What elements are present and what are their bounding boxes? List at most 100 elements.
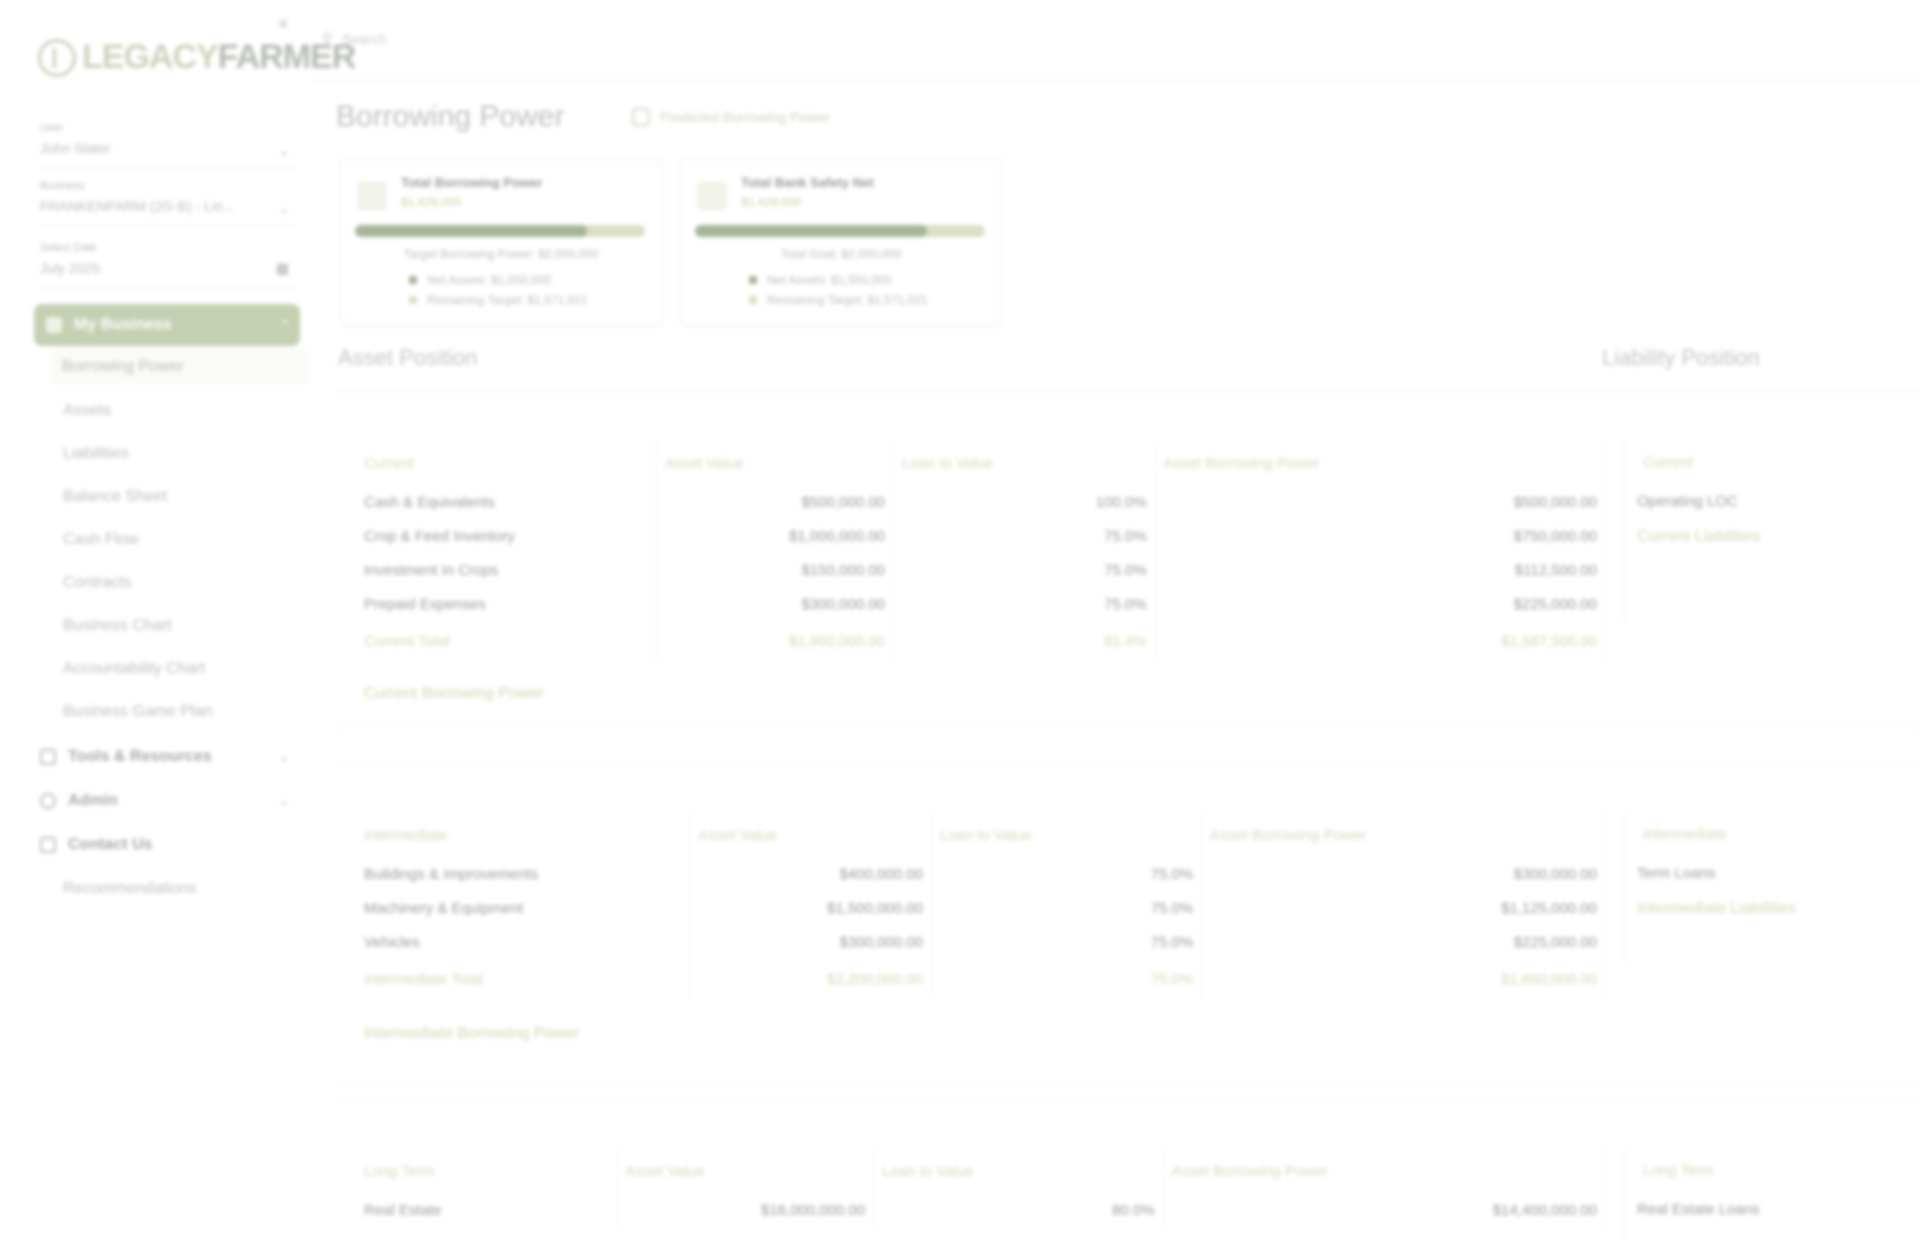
user-label: User (40, 122, 64, 134)
table-row[interactable]: Real Estate $18,000,000.00 80.0% $14,400… (356, 1193, 1607, 1227)
loan-to-value: 75.0% (931, 925, 1203, 959)
sidebar-item-contracts[interactable]: Contracts (63, 574, 131, 592)
liability-total: Intermediate Liabilities (1637, 900, 1797, 917)
column-header: Long Term (1643, 1162, 1714, 1179)
table-row[interactable]: Prepaid Expenses $300,000.00 75.0% $225,… (356, 587, 1607, 621)
date-picker[interactable]: Select Date July 2025 ▦ (40, 242, 295, 289)
nav-contact-label: Contact Us (68, 836, 153, 853)
loan-to-value: 75.0% (931, 857, 1203, 891)
asset-borrowing-power: $225,000.00 (1155, 587, 1607, 621)
column-header: Intermediate (356, 813, 691, 857)
page-title: Borrowing Power (336, 100, 565, 133)
asset-borrowing-power: $300,000.00 (1201, 857, 1606, 891)
legend-item: Remaining Target: $1,571,021 (409, 293, 588, 307)
sidebar-item-accountability-chart[interactable]: Accountability Chart (63, 660, 205, 678)
column-header: Asset Value (656, 441, 894, 485)
logo: LEGACYFARMER (38, 38, 356, 77)
brand-text: LEGACYFARMER (82, 38, 356, 77)
chevron-down-icon: ⌄ (278, 794, 289, 808)
loan-to-value: 75.0% (893, 553, 1156, 587)
legend-dot (749, 276, 757, 284)
total-borrowing-power: $1,650,000.00 (1201, 959, 1606, 999)
total-ltv: 75.0% (931, 959, 1203, 999)
intermediate-borrowing-power-label: Intermediate Borrowing Power (364, 1025, 580, 1042)
column-header: Long Term (356, 1149, 618, 1193)
liability-position-heading: Liability Position (1602, 345, 1760, 370)
legend-item: Remaining Target: $1,571,021 (749, 293, 928, 307)
user-value: John Slater (40, 140, 111, 156)
legend-label: Remaining Target: $1,571,021 (427, 293, 588, 307)
asset-value: $300,000.00 (656, 587, 894, 621)
header-divider (310, 80, 1920, 81)
close-sidebar-icon[interactable]: × (278, 14, 289, 35)
predicted-label: Predicted Borrowing Power (660, 109, 830, 125)
nav-admin[interactable]: Admin ⌄ (40, 792, 295, 810)
table-row[interactable]: Buildings & Improvements $400,000.00 75.… (356, 857, 1606, 891)
legend-dot (409, 296, 417, 304)
loan-to-value: 75.0% (893, 587, 1156, 621)
asset-borrowing-power: $1,125,000.00 (1201, 891, 1606, 925)
row-label: Vehicles (356, 925, 691, 959)
table-row[interactable]: Vehicles $300,000.00 75.0% $225,000.00 (356, 925, 1606, 959)
legend-label: Net Assets: $1,550,000 (767, 273, 892, 287)
row-label: Crop & Feed Inventory (356, 519, 657, 553)
row-label: Real Estate (356, 1193, 618, 1227)
sidebar-item-borrowing-power[interactable]: Borrowing Power (52, 350, 308, 384)
predicted-toggle[interactable]: Predicted Borrowing Power (632, 108, 830, 126)
liability-row[interactable]: Operating LOC (1625, 485, 1920, 519)
liability-row[interactable]: Real Estate Loans (1625, 1193, 1920, 1227)
loan-to-value: 75.0% (931, 891, 1203, 925)
liability-total: Current Liabilities (1637, 528, 1761, 545)
table-row[interactable]: Investment In Crops $150,000.00 75.0% $1… (356, 553, 1607, 587)
nav-contact-us[interactable]: Contact Us (40, 836, 295, 854)
search-placeholder: Search (342, 30, 387, 47)
total-label: Current Total (356, 621, 657, 661)
column-header: Loan to Value (873, 1149, 1164, 1193)
nav-my-business-label: My Business (74, 316, 172, 333)
total-asset-value: $1,950,000.00 (656, 621, 894, 661)
intermediate-liabilities-column: Intermediate Term Loans Intermediate Lia… (1624, 813, 1920, 963)
nav-tools-resources[interactable]: Tools & Resources ⌄ (40, 748, 295, 766)
longterm-asset-table: Long Term Asset Value Loan to Value Asse… (356, 1149, 1607, 1227)
row-label: Prepaid Expenses (356, 587, 657, 621)
checkbox-icon[interactable] (632, 108, 650, 126)
sidebar-item-cash-flow[interactable]: Cash Flow (63, 531, 139, 549)
chevron-down-icon: ⌄ (278, 750, 289, 764)
column-header: Current (356, 441, 657, 485)
asset-borrowing-power: $225,000.00 (1201, 925, 1606, 959)
intermediate-panel: Intermediate Asset Value Loan to Value A… (336, 762, 1920, 1084)
table-row[interactable]: Machinery & Equipment $1,500,000.00 75.0… (356, 891, 1606, 925)
card-value: $1,429,000 (401, 195, 462, 209)
column-header: Asset Value (689, 813, 932, 857)
column-header: Loan to Value (931, 813, 1203, 857)
asset-value: $500,000.00 (656, 485, 894, 519)
search-bar[interactable]: ⚲ Search (322, 30, 387, 47)
user-select[interactable]: User John Slater ⌄ (40, 122, 295, 169)
progress-bar (355, 225, 645, 237)
sidebar-item-business-chart[interactable]: Business Chart (63, 617, 172, 635)
nav-admin-label: Admin (68, 792, 118, 809)
borrowing-power-card: Total Borrowing Power $1,429,000 Target … (340, 158, 662, 325)
legend-item: Net Assets: $1,550,000 (409, 273, 551, 287)
table-row[interactable]: Crop & Feed Inventory $1,000,000.00 75.0… (356, 519, 1607, 553)
total-label: Intermediate Total (356, 959, 691, 999)
progress-fill (355, 225, 587, 237)
progress-bar (695, 225, 985, 237)
sidebar-item-recommendations[interactable]: Recommendations (63, 880, 196, 898)
asset-borrowing-power: $112,500.00 (1155, 553, 1607, 587)
current-asset-table: Current Asset Value Loan to Value Asset … (356, 441, 1607, 661)
logo-mark-icon (38, 38, 76, 77)
chevron-down-icon: ⌄ (278, 202, 289, 216)
sidebar-item-balance-sheet[interactable]: Balance Sheet (63, 488, 167, 506)
sidebar-item-business-game-plan[interactable]: Business Game Plan (63, 703, 212, 721)
sidebar-item-liabilities[interactable]: Liabilities (63, 445, 129, 463)
business-select[interactable]: Business FRANKENFARM (2G-B) - Lin... ⌄ (40, 180, 295, 227)
calendar-icon[interactable]: ▦ (276, 260, 289, 277)
table-row[interactable]: Cash & Equivalents $500,000.00 100.0% $5… (356, 485, 1607, 519)
sidebar-item-assets[interactable]: Assets (63, 402, 111, 420)
legend-label: Net Assets: $1,550,000 (427, 273, 552, 287)
total-ltv: 81.4% (893, 621, 1156, 661)
total-row: Current Total $1,950,000.00 81.4% $1,587… (356, 621, 1607, 661)
liability-row[interactable]: Term Loans (1625, 857, 1920, 891)
nav-my-business[interactable]: My Business ⌃ (34, 304, 300, 346)
